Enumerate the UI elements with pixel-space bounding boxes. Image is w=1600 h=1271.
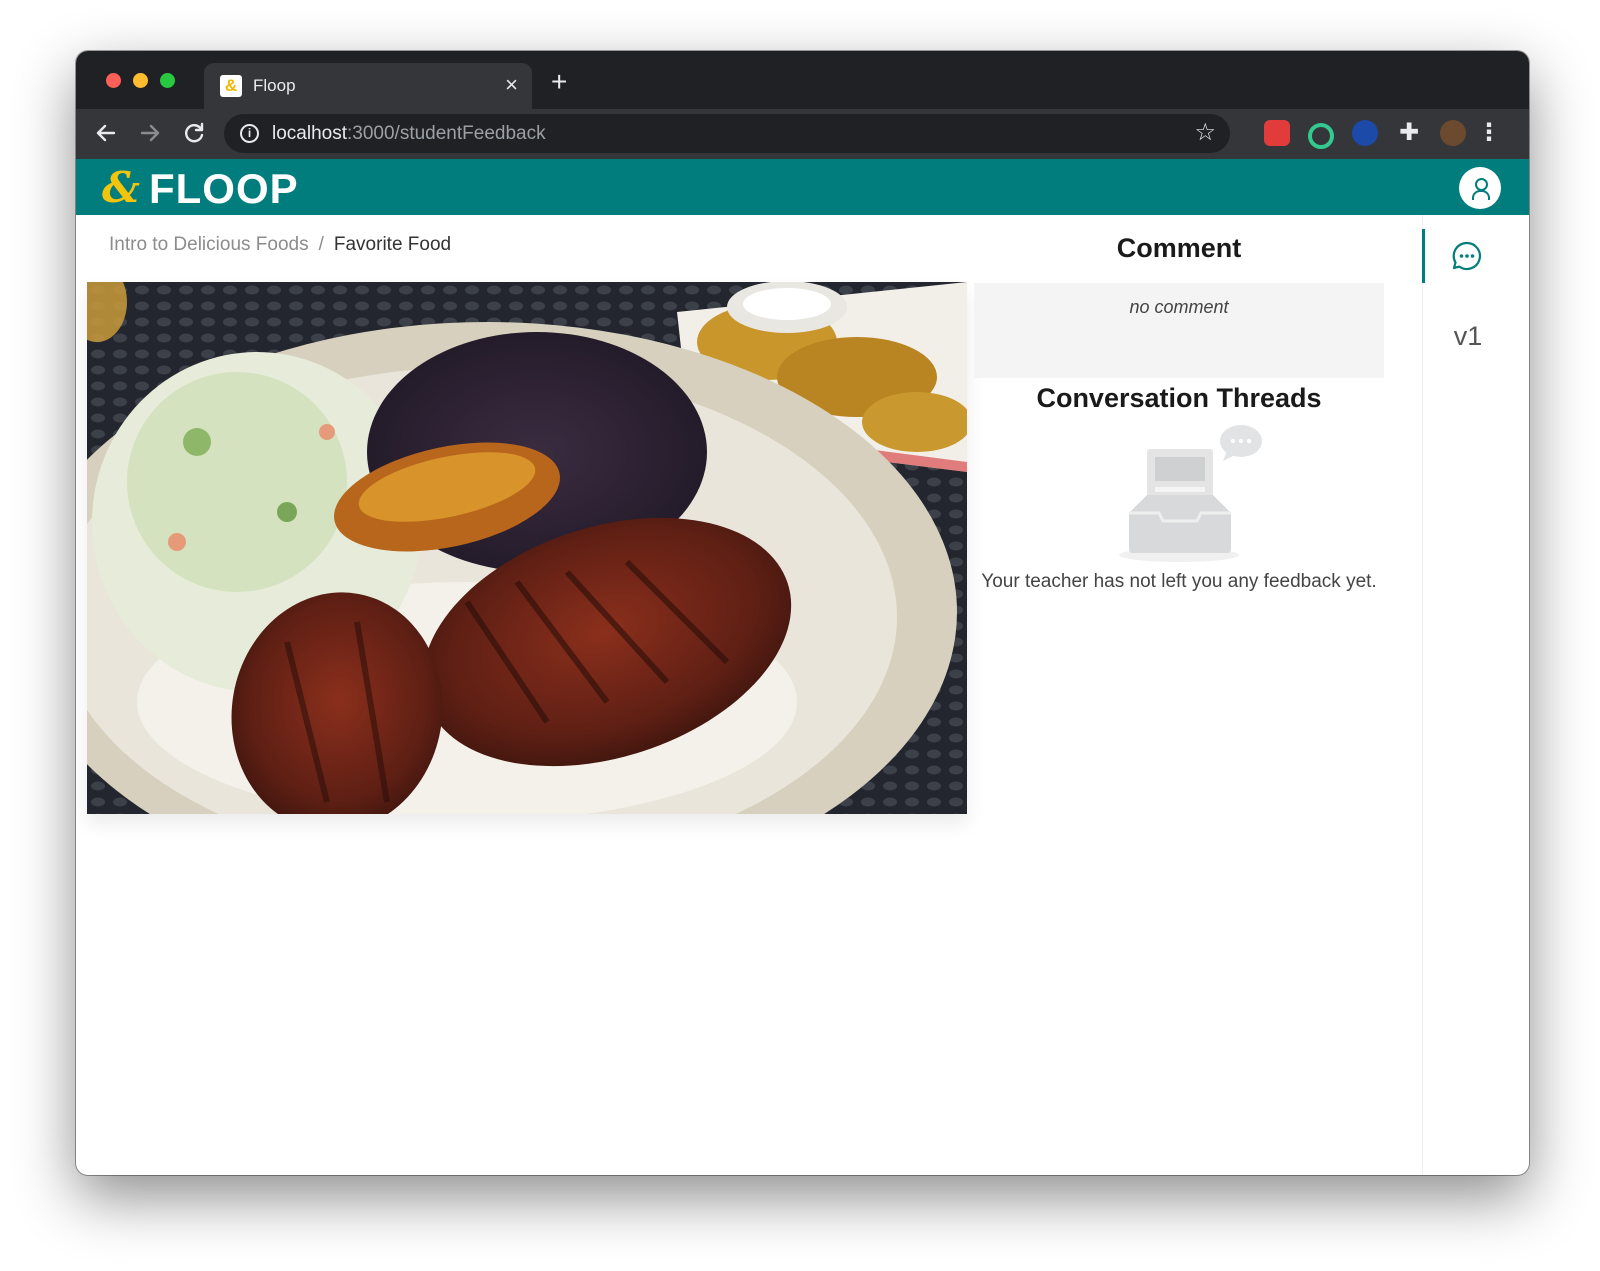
active-indicator	[1422, 229, 1425, 283]
extensions-puzzle-icon[interactable]: ✚	[1396, 120, 1422, 146]
comment-box: no comment	[974, 283, 1384, 378]
zoom-window-button[interactable]	[160, 73, 175, 88]
empty-inbox-icon	[1119, 425, 1269, 565]
url-host: localhost	[272, 123, 347, 144]
address-bar[interactable]: i localhost:3000/studentFeedback ☆	[224, 114, 1230, 153]
threads-heading: Conversation Threads	[1036, 383, 1322, 413]
comment-text: no comment	[1129, 297, 1229, 317]
breadcrumb-course[interactable]: Intro to Delicious Foods	[109, 234, 309, 255]
empty-feedback-message: Your teacher has not left you any feedba…	[981, 571, 1377, 592]
new-tab-button[interactable]: +	[551, 67, 567, 97]
breadcrumb: Intro to Delicious Foods / Favorite Food	[109, 234, 451, 256]
extension-icon[interactable]	[1308, 123, 1334, 149]
browser-menu-icon[interactable]: ⋮	[1476, 120, 1502, 146]
version-label[interactable]: v1	[1423, 321, 1513, 352]
browser-profile-avatar[interactable]	[1440, 120, 1466, 146]
browser-toolbar: i localhost:3000/studentFeedback ☆ ✚ ⋮	[76, 109, 1529, 159]
bookmark-star-icon[interactable]: ☆	[1194, 120, 1216, 146]
tab-bar: & Floop × +	[76, 51, 1529, 109]
chat-icon[interactable]	[1450, 239, 1484, 273]
comment-heading: Comment	[1116, 233, 1242, 263]
food-photo-illustration	[87, 282, 967, 814]
tab-close-icon[interactable]: ×	[505, 72, 518, 98]
user-icon[interactable]	[1459, 167, 1501, 209]
back-arrow-icon[interactable]	[90, 117, 122, 149]
breadcrumb-assignment: Favorite Food	[333, 234, 452, 255]
browser-tab[interactable]: & Floop ×	[204, 63, 532, 109]
url-path: :3000/studentFeedback	[347, 123, 546, 144]
breadcrumb-separator: /	[318, 234, 324, 255]
tab-title: Floop	[253, 76, 296, 95]
floop-logo-mark[interactable]: &	[102, 165, 140, 211]
info-icon[interactable]: i	[240, 124, 259, 143]
extension-icon[interactable]	[1264, 120, 1290, 146]
floop-logo-text[interactable]: FLOOP	[149, 166, 299, 212]
feedback-panel: Comment no comment Conversation Threads …	[974, 215, 1384, 1175]
user-icon-body	[1472, 190, 1490, 200]
minimize-window-button[interactable]	[133, 73, 148, 88]
floop-favicon-icon: &	[220, 75, 242, 97]
right-rail: v1	[1422, 215, 1529, 1175]
forward-arrow-icon[interactable]	[134, 117, 166, 149]
extension-icon[interactable]	[1352, 120, 1378, 146]
submission-image[interactable]	[87, 282, 967, 814]
url-text[interactable]: localhost:3000/studentFeedback	[272, 123, 546, 145]
close-window-button[interactable]	[106, 73, 121, 88]
app-header: & FLOOP	[76, 159, 1529, 215]
reload-icon[interactable]	[178, 117, 210, 149]
browser-window: & Floop × + i localhost:3000/studentFeed…	[76, 51, 1529, 1175]
